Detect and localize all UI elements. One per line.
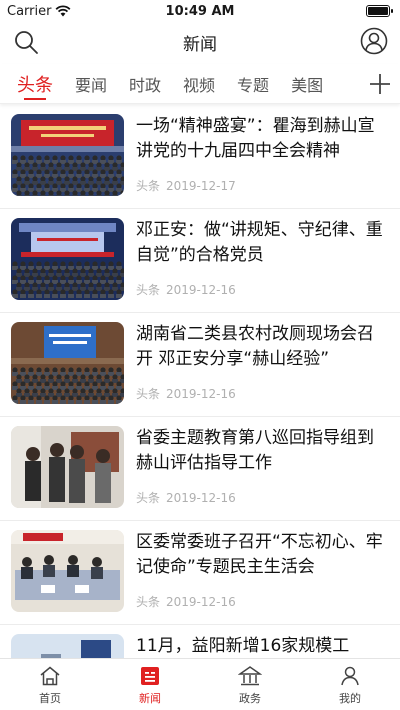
tabbar-label: 政务 <box>239 692 261 705</box>
news-meta: 头条 2019-12-17 <box>136 177 390 194</box>
news-thumbnail[interactable] <box>11 530 124 612</box>
news-date: 2019-12-16 <box>166 283 236 297</box>
news-item[interactable]: 一场“精神盛宴”：瞿海到赫山宣讲党的十九届四中全会精神头条 2019-12-17 <box>0 105 400 209</box>
tabbar-label: 新闻 <box>139 692 161 705</box>
news-thumbnail[interactable] <box>11 634 124 660</box>
news-thumbnail[interactable] <box>11 114 124 196</box>
news-date: 2019-12-17 <box>166 179 236 193</box>
news-thumbnail[interactable] <box>11 426 124 508</box>
news-category: 头条 <box>136 283 161 297</box>
news-category: 头条 <box>136 491 161 505</box>
news-icon <box>141 667 159 685</box>
tab-4[interactable]: 专题 <box>237 64 269 103</box>
news-category: 头条 <box>136 387 161 401</box>
news-body: 邓正安：做“讲规矩、守纪律、重自觉”的合格党员头条 2019-12-16 <box>136 218 390 304</box>
news-title[interactable]: 湖南省二类县农村改厕现场会召开 邓正安分享“赫山经验” <box>136 322 390 372</box>
nav-bar: 新闻 <box>0 22 400 62</box>
news-category: 头条 <box>136 179 161 193</box>
tab-0[interactable]: 头条 <box>17 64 53 103</box>
add-icon[interactable] <box>368 72 392 96</box>
tabbar-label: 首页 <box>39 692 61 705</box>
news-title[interactable]: 11月，益阳新增16家规模工 <box>136 634 390 659</box>
battery-icon <box>366 5 393 17</box>
tabbar-label: 我的 <box>339 692 361 705</box>
news-body: 一场“精神盛宴”：瞿海到赫山宣讲党的十九届四中全会精神头条 2019-12-17 <box>136 114 390 200</box>
news-photo <box>11 114 124 196</box>
news-date: 2019-12-16 <box>166 387 236 401</box>
news-item[interactable]: 省委主题教育第八巡回指导组到赫山评估指导工作头条 2019-12-16 <box>0 417 400 521</box>
news-photo <box>11 530 124 612</box>
news-thumbnail[interactable] <box>11 322 124 404</box>
battery-level <box>368 7 388 15</box>
user-icon[interactable] <box>360 27 388 55</box>
news-title[interactable]: 一场“精神盛宴”：瞿海到赫山宣讲党的十九届四中全会精神 <box>136 114 390 164</box>
news-meta: 头条 2019-12-16 <box>136 593 390 610</box>
bottom-tab-bar: 首页 新闻 政务 我的 <box>0 658 400 710</box>
tab-5[interactable]: 美图 <box>291 64 323 103</box>
search-icon[interactable] <box>12 28 40 56</box>
news-item[interactable]: 邓正安：做“讲规矩、守纪律、重自觉”的合格党员头条 2019-12-16 <box>0 209 400 313</box>
tabbar-item-1[interactable]: 新闻 <box>100 659 200 710</box>
profile-icon <box>341 666 359 686</box>
tab-3[interactable]: 视频 <box>183 64 215 103</box>
news-body: 11月，益阳新增16家规模工头条 <box>136 634 390 660</box>
tab-list: 头条 要闻 时政 视频 专题 美图 <box>0 64 345 103</box>
tab-2[interactable]: 时政 <box>129 64 161 103</box>
news-item[interactable]: 11月，益阳新增16家规模工头条 <box>0 625 400 660</box>
news-title[interactable]: 邓正安：做“讲规矩、守纪律、重自觉”的合格党员 <box>136 218 390 268</box>
tabbar-item-3[interactable]: 我的 <box>300 659 400 710</box>
news-body: 湖南省二类县农村改厕现场会召开 邓正安分享“赫山经验” 头条 2019-12-16 <box>136 322 390 408</box>
news-body: 区委常委班子召开“不忘初心、牢记使命”专题民主生活会头条 2019-12-16 <box>136 530 390 616</box>
tabbar-item-2[interactable]: 政务 <box>200 659 300 710</box>
news-meta: 头条 2019-12-16 <box>136 385 390 402</box>
news-category: 头条 <box>136 595 161 609</box>
news-title[interactable]: 省委主题教育第八巡回指导组到赫山评估指导工作 <box>136 426 390 476</box>
tabbar-item-0[interactable]: 首页 <box>0 659 100 710</box>
wifi-icon <box>56 5 71 17</box>
news-item[interactable]: 湖南省二类县农村改厕现场会召开 邓正安分享“赫山经验” 头条 2019-12-16 <box>0 313 400 417</box>
home-icon <box>40 666 60 686</box>
news-date: 2019-12-16 <box>166 491 236 505</box>
status-left: Carrier <box>7 4 71 19</box>
news-photo <box>11 634 124 660</box>
news-body: 省委主题教育第八巡回指导组到赫山评估指导工作头条 2019-12-16 <box>136 426 390 512</box>
news-thumbnail[interactable] <box>11 218 124 300</box>
carrier-label: Carrier <box>7 3 52 19</box>
news-date: 2019-12-16 <box>166 595 236 609</box>
news-meta: 头条 2019-12-16 <box>136 281 390 298</box>
page-title: 新闻 <box>183 34 217 55</box>
news-item[interactable]: 区委常委班子召开“不忘初心、牢记使命”专题民主生活会头条 2019-12-16 <box>0 521 400 625</box>
news-feed[interactable]: 一场“精神盛宴”：瞿海到赫山宣讲党的十九届四中全会精神 头条 2019-12-17 … <box>0 105 400 660</box>
news-meta: 头条 2019-12-16 <box>136 489 390 506</box>
news-title[interactable]: 区委常委班子召开“不忘初心、牢记使命”专题民主生活会 <box>136 530 390 580</box>
news-photo <box>11 322 124 404</box>
status-bar: Carrier 10:49 AM <box>0 0 400 22</box>
government-icon <box>238 666 262 686</box>
category-tabs: 头条 要闻 时政 视频 专题 美图 <box>0 64 400 104</box>
news-photo <box>11 426 124 508</box>
news-photo <box>11 218 124 300</box>
tab-1[interactable]: 要闻 <box>75 64 107 103</box>
